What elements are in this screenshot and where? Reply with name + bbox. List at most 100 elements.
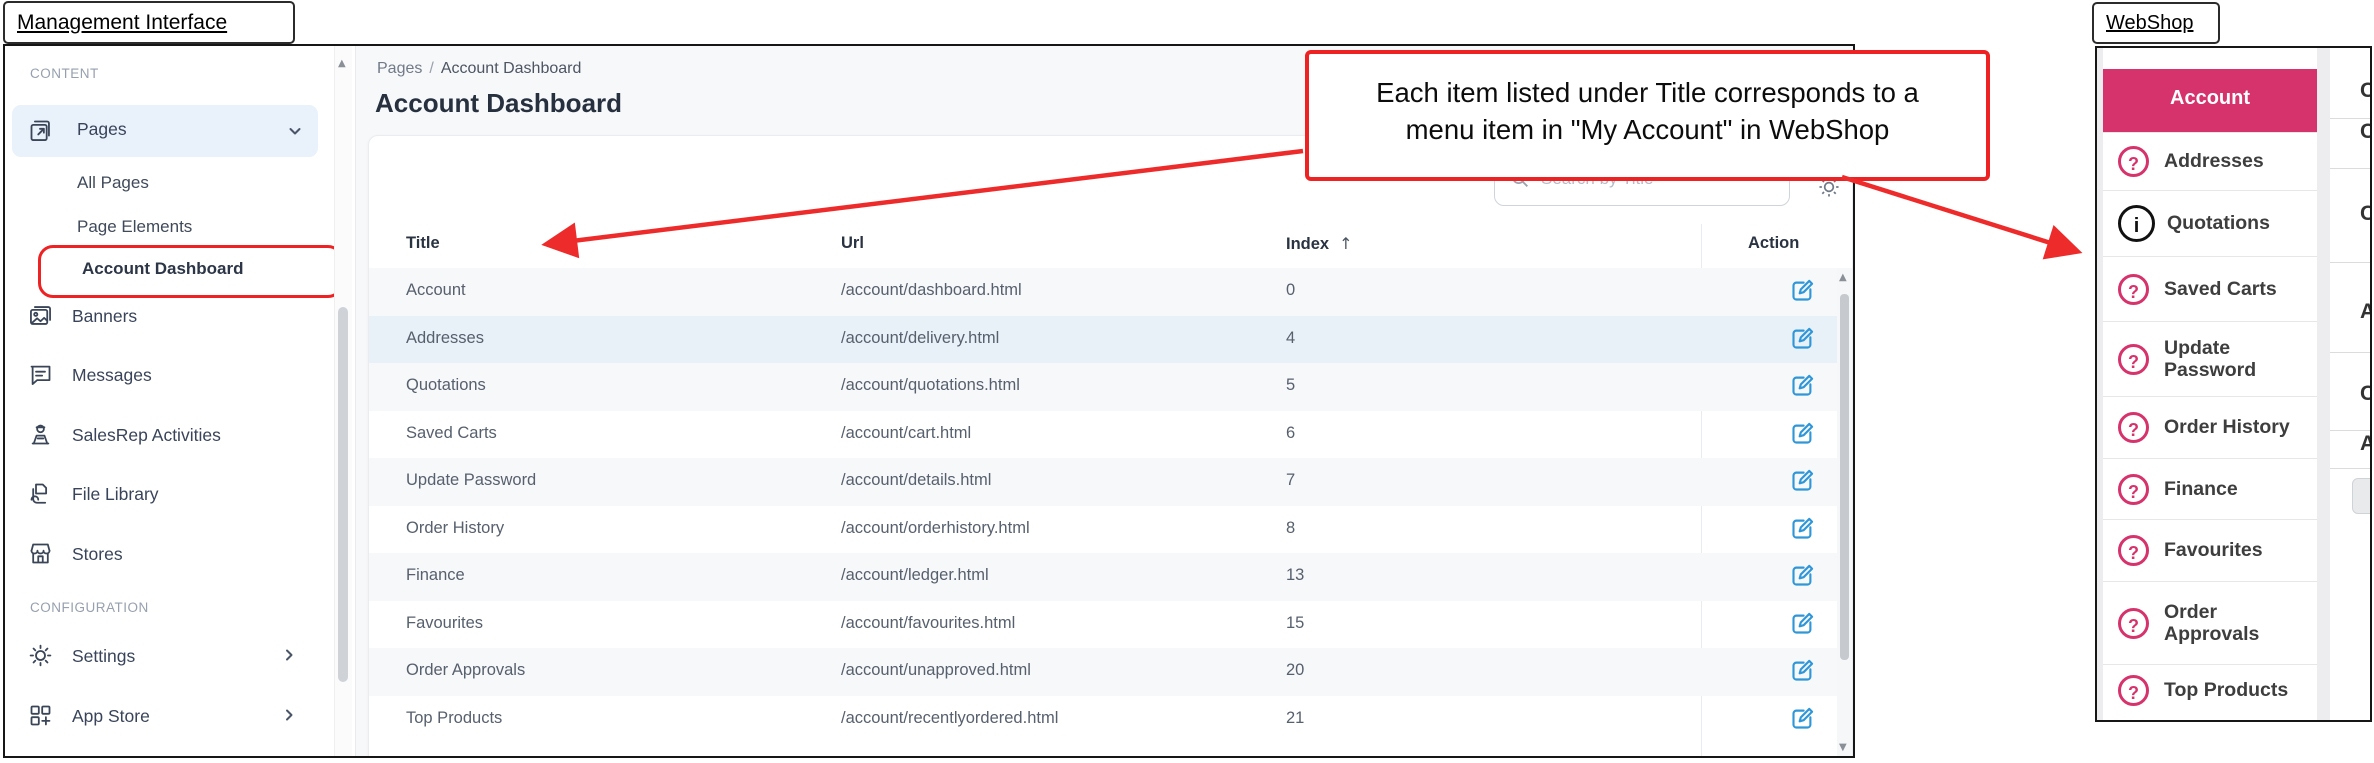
table-row[interactable]: Update Password /account/details.html 7	[369, 458, 1837, 506]
question-circle-icon: ?	[2118, 344, 2149, 375]
edit-icon	[1789, 277, 1816, 304]
sidebar-section-configuration: CONFIGURATION	[30, 600, 149, 615]
table-row[interactable]: Order Approvals /account/unapproved.html…	[369, 648, 1837, 696]
edit-icon	[1789, 420, 1816, 447]
arrow-to-webshop-menu	[1842, 177, 2076, 251]
edit-icon	[1789, 372, 1816, 399]
sidebar-item-salesrep-activities[interactable]: SalesRep Activities	[5, 417, 335, 457]
edit-icon	[1789, 325, 1816, 352]
account-dashboard-highlight-box[interactable]: Account Dashboard	[38, 245, 343, 298]
sidebar-scrollbar[interactable]: ▲	[334, 46, 352, 756]
clipped-text-fragment: A	[2360, 300, 2370, 324]
sidebar-subitem-account-dashboard[interactable]: Account Dashboard	[82, 259, 244, 279]
table-row[interactable]: Top Products /account/recentlyordered.ht…	[369, 696, 1837, 744]
edit-button[interactable]	[1789, 562, 1816, 589]
table-row[interactable]: Favourites /account/favourites.html 15	[369, 601, 1837, 649]
sidebar-item-label: Pages	[77, 119, 127, 140]
stores-icon	[27, 540, 54, 567]
edit-icon	[1789, 657, 1816, 684]
webshop-content-clipped-strip: C C C A C A	[2330, 48, 2370, 720]
question-circle-icon: ?	[2118, 412, 2149, 443]
sidebar-subitem-page-elements[interactable]: Page Elements	[77, 217, 192, 237]
my-account-menu: Account ? Addresses i Quotations ? Saved…	[2103, 48, 2317, 720]
breadcrumb-separator: /	[422, 60, 440, 77]
question-circle-icon: ?	[2118, 535, 2149, 566]
sidebar-item-app-store[interactable]: App Store	[5, 698, 335, 738]
annotation-text-line1: Each item listed under Title corresponds…	[1309, 74, 1986, 111]
pages-table-card: Title Url Index↑ Action Account /account…	[368, 135, 1853, 758]
breadcrumb: Pages/Account Dashboard	[377, 60, 581, 78]
menu-item-update-password[interactable]: ? Update Password	[2103, 321, 2317, 396]
menu-item-favourites[interactable]: ? Favourites	[2103, 519, 2317, 581]
table-row[interactable]: Quotations /account/quotations.html 5	[369, 363, 1837, 411]
menu-item-order-history[interactable]: ? Order History	[2103, 396, 2317, 458]
edit-button[interactable]	[1789, 467, 1816, 494]
edit-icon	[1789, 467, 1816, 494]
table-row-highlighted[interactable]: Addresses /account/delivery.html 4	[369, 316, 1837, 364]
scroll-down-icon[interactable]: ▼	[1839, 742, 1847, 753]
table-row[interactable]: Account /account/dashboard.html 0	[369, 268, 1837, 316]
clipped-text-fragment: C	[2360, 382, 2370, 406]
clipped-text-fragment: C	[2360, 202, 2370, 226]
edit-button[interactable]	[1789, 515, 1816, 542]
chevron-right-icon	[281, 647, 297, 663]
edit-icon	[1789, 610, 1816, 637]
page-title: Account Dashboard	[375, 88, 622, 119]
breadcrumb-parent[interactable]: Pages	[377, 60, 422, 77]
sidebar-item-pages[interactable]: Pages	[12, 105, 318, 157]
edit-button[interactable]	[1789, 657, 1816, 684]
table-scrollbar[interactable]: ▲ ▼	[1837, 268, 1852, 757]
column-header-title[interactable]: Title	[406, 234, 440, 253]
question-circle-icon: ?	[2118, 608, 2149, 639]
file-library-icon	[27, 480, 54, 507]
menu-item-addresses[interactable]: ? Addresses	[2103, 132, 2317, 190]
sidebar-scrollbar-thumb[interactable]	[338, 307, 348, 682]
sidebar-item-file-library[interactable]: File Library	[5, 476, 335, 516]
pages-icon	[27, 117, 54, 144]
sidebar-item-messages[interactable]: Messages	[5, 357, 335, 397]
table-row[interactable]: Finance /account/ledger.html 13	[369, 553, 1837, 601]
question-circle-icon: ?	[2118, 274, 2149, 305]
info-circle-icon: i	[2118, 205, 2155, 242]
column-header-url[interactable]: Url	[841, 234, 864, 253]
edit-icon	[1789, 515, 1816, 542]
breadcrumb-current: Account Dashboard	[441, 60, 582, 77]
table-row[interactable]: Order History /account/orderhistory.html…	[369, 506, 1837, 554]
sidebar-item-banners[interactable]: Banners	[5, 298, 335, 338]
messages-icon	[27, 361, 54, 388]
sidebar: CONTENT Pages All Pages Page Elements Ac…	[5, 46, 356, 756]
edit-button[interactable]	[1789, 277, 1816, 304]
edit-button[interactable]	[1789, 420, 1816, 447]
edit-button[interactable]	[1789, 705, 1816, 732]
clipped-text-fragment: C	[2360, 120, 2370, 144]
edit-button[interactable]	[1789, 325, 1816, 352]
menu-item-quotations[interactable]: i Quotations	[2103, 190, 2317, 256]
clipped-button	[2352, 478, 2370, 514]
table-header: Title Url Index↑ Action	[369, 224, 1837, 268]
table-row[interactable]: Saved Carts /account/cart.html 6	[369, 411, 1837, 459]
menu-item-top-products[interactable]: ? Top Products	[2103, 664, 2317, 716]
scroll-up-icon[interactable]: ▲	[1839, 272, 1847, 283]
scroll-up-icon[interactable]: ▲	[338, 58, 346, 69]
chevron-down-icon	[287, 123, 303, 139]
menu-item-saved-carts[interactable]: ? Saved Carts	[2103, 256, 2317, 321]
webshop-panel: Account ? Addresses i Quotations ? Saved…	[2095, 46, 2372, 722]
edit-button[interactable]	[1789, 610, 1816, 637]
menu-item-finance[interactable]: ? Finance	[2103, 458, 2317, 519]
question-circle-icon: ?	[2118, 146, 2149, 177]
screenshot-stage: CONTENT Pages All Pages Page Elements Ac…	[0, 0, 2374, 763]
menu-item-order-approvals[interactable]: ? Order Approvals	[2103, 581, 2317, 664]
menu-item-account-active[interactable]: Account	[2103, 69, 2317, 132]
sidebar-item-settings[interactable]: Settings	[5, 638, 335, 678]
table-scrollbar-thumb[interactable]	[1840, 294, 1849, 660]
chevron-right-icon	[281, 707, 297, 723]
sidebar-subitem-all-pages[interactable]: All Pages	[77, 173, 149, 193]
edit-button[interactable]	[1789, 372, 1816, 399]
question-circle-icon: ?	[2118, 474, 2149, 505]
clipped-text-fragment: A	[2360, 432, 2370, 456]
sidebar-item-stores[interactable]: Stores	[5, 536, 335, 576]
table-body: Account /account/dashboard.html 0 Addres…	[369, 268, 1837, 743]
column-header-action: Action	[1748, 234, 1799, 253]
column-header-index[interactable]: Index↑	[1286, 234, 1353, 254]
settings-icon	[27, 642, 54, 669]
